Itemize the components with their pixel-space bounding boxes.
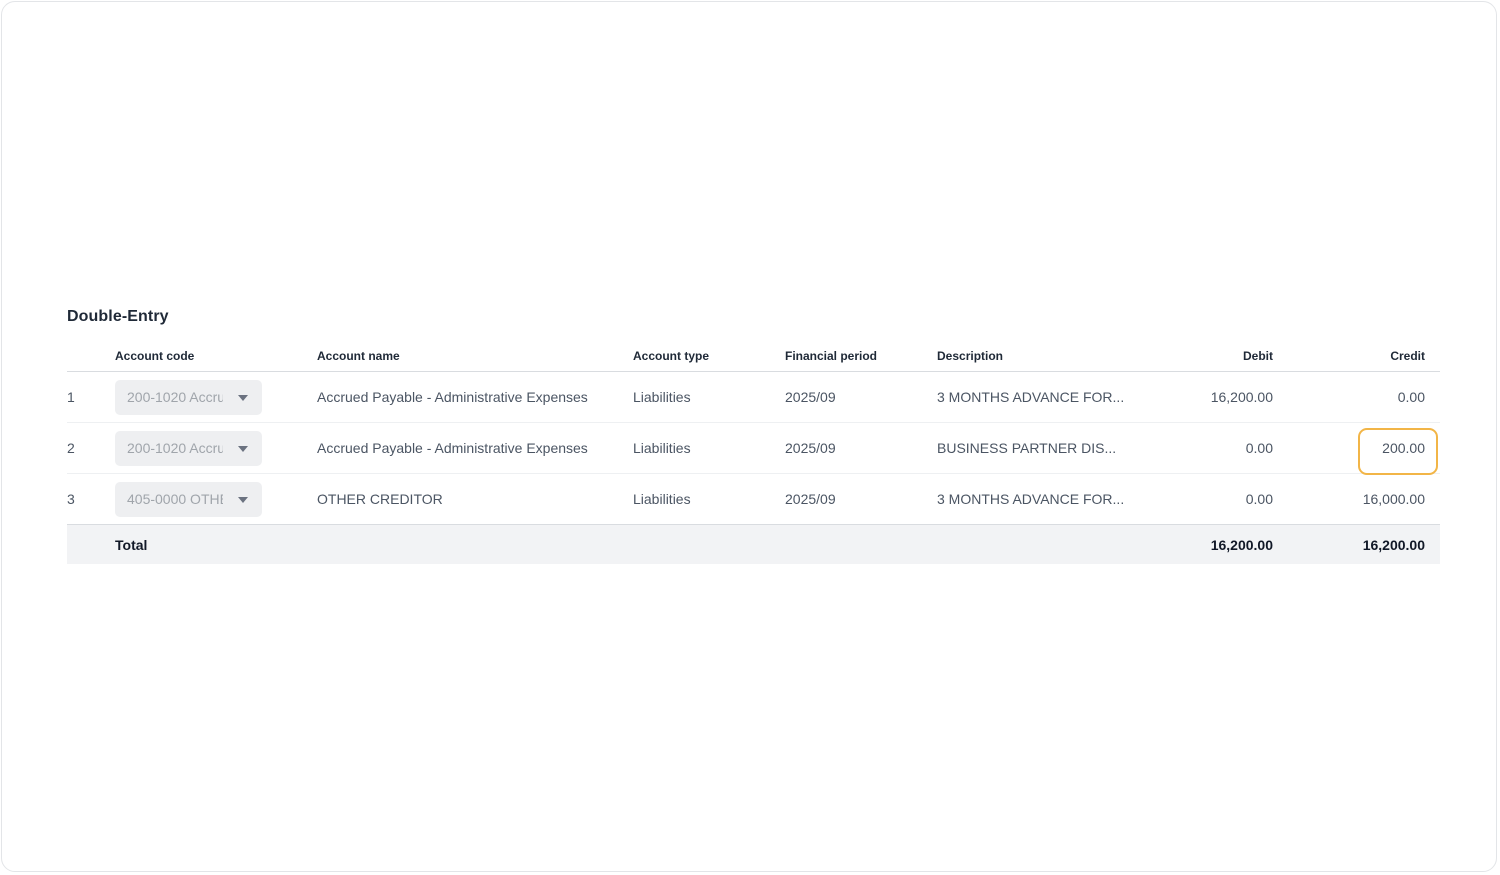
account-name-cell: Accrued Payable - Administrative Expense… bbox=[317, 389, 588, 405]
account-code-select[interactable]: 405-0000 OTHER CREDITOR bbox=[115, 481, 262, 517]
account-name-cell: Accrued Payable - Administrative Expense… bbox=[317, 440, 588, 456]
description-cell: 3 MONTHS ADVANCE FOR... bbox=[937, 491, 1125, 507]
account-code-value: 200-1020 Accrued Payable bbox=[127, 440, 223, 456]
debit-cell[interactable]: 0.00 bbox=[1147, 474, 1273, 524]
credit-cell[interactable]: 200.00 bbox=[1297, 423, 1425, 473]
row-index: 3 bbox=[67, 491, 75, 507]
double-entry-table: Account code Account name Account type F… bbox=[67, 340, 1440, 564]
account-code-cell: 200-1020 Accrued Payable bbox=[115, 372, 305, 422]
chevron-down-icon bbox=[238, 445, 248, 452]
account-code-cell: 200-1020 Accrued Payable bbox=[115, 423, 305, 473]
account-code-cell: 405-0000 OTHER CREDITOR bbox=[115, 474, 305, 524]
financial-period-cell: 2025/09 bbox=[785, 491, 836, 507]
chevron-down-icon bbox=[238, 394, 248, 401]
financial-period-cell: 2025/09 bbox=[785, 440, 836, 456]
window-frame: Double-Entry Account code Account name A… bbox=[1, 1, 1497, 872]
description-cell: 3 MONTHS ADVANCE FOR... bbox=[937, 389, 1125, 405]
account-type-cell: Liabilities bbox=[633, 389, 691, 405]
total-debit: 16,200.00 bbox=[1210, 536, 1273, 553]
header-credit: Credit bbox=[1390, 348, 1425, 363]
account-name-cell: OTHER CREDITOR bbox=[317, 491, 443, 507]
row-index: 1 bbox=[67, 389, 75, 405]
header-account-type: Account type bbox=[633, 348, 710, 363]
table-total-row: Total 16,200.00 16,200.00 bbox=[67, 525, 1440, 564]
header-financial-period: Financial period bbox=[785, 348, 878, 363]
account-code-select[interactable]: 200-1020 Accrued Payable bbox=[115, 379, 262, 415]
debit-cell[interactable]: 16,200.00 bbox=[1147, 372, 1273, 422]
description-cell: BUSINESS PARTNER DIS... bbox=[937, 440, 1117, 456]
table-row: 2 200-1020 Accrued Payable Accrued Payab… bbox=[67, 423, 1440, 475]
header-account-code: Account code bbox=[115, 348, 195, 363]
table-header-row: Account code Account name Account type F… bbox=[67, 340, 1440, 372]
header-account-name: Account name bbox=[317, 348, 400, 363]
credit-cell[interactable]: 16,000.00 bbox=[1297, 474, 1425, 524]
account-type-cell: Liabilities bbox=[633, 491, 691, 507]
account-type-cell: Liabilities bbox=[633, 440, 691, 456]
account-code-value: 200-1020 Accrued Payable bbox=[127, 389, 223, 405]
row-index: 2 bbox=[67, 440, 75, 456]
chevron-down-icon bbox=[238, 496, 248, 503]
account-code-select[interactable]: 200-1020 Accrued Payable bbox=[115, 430, 262, 466]
header-debit: Debit bbox=[1243, 348, 1273, 363]
table-row: 3 405-0000 OTHER CREDITOR OTHER CREDITOR… bbox=[67, 474, 1440, 525]
debit-cell[interactable]: 0.00 bbox=[1147, 423, 1273, 473]
total-label: Total bbox=[115, 536, 148, 553]
section-title: Double-Entry bbox=[67, 308, 169, 325]
header-description: Description bbox=[937, 348, 1004, 363]
total-credit: 16,200.00 bbox=[1362, 536, 1425, 553]
table-row: 1 200-1020 Accrued Payable Accrued Payab… bbox=[67, 372, 1440, 423]
financial-period-cell: 2025/09 bbox=[785, 389, 836, 405]
account-code-value: 405-0000 OTHER CREDITOR bbox=[127, 491, 223, 507]
credit-cell[interactable]: 0.00 bbox=[1297, 372, 1425, 422]
